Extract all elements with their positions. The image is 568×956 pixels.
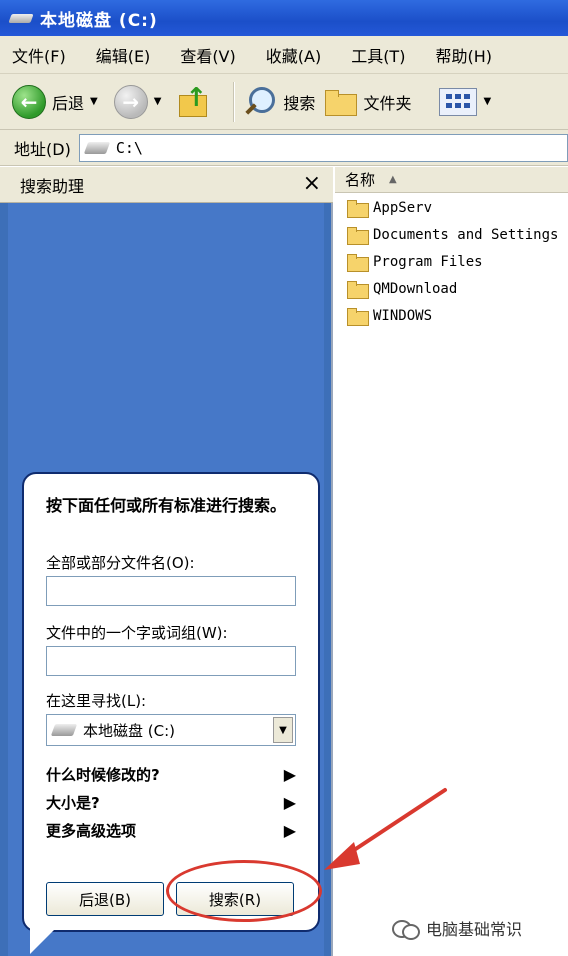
option-advanced[interactable]: 更多高级选项 ▶ xyxy=(46,820,296,841)
back-button[interactable]: ← 后退 ▼ xyxy=(12,84,104,119)
address-input[interactable]: C:\ xyxy=(78,133,568,162)
phrase-input[interactable] xyxy=(46,646,296,676)
up-folder-button[interactable] xyxy=(177,83,215,119)
search-instructions: 按下面任何或所有标准进行搜索。 xyxy=(46,496,287,515)
list-item[interactable]: WINDOWS xyxy=(347,303,432,329)
lookin-select[interactable]: 本地磁盘 (C:) ▼ xyxy=(46,714,296,746)
menu-bar: 文件(F) 编辑(E) 查看(V) 收藏(A) 工具(T) 帮助(H) xyxy=(0,36,568,74)
option-size[interactable]: 大小是? ▶ xyxy=(46,792,296,813)
chevron-down-icon[interactable]: ▼ xyxy=(154,96,162,107)
menu-file[interactable]: 文件(F) xyxy=(12,43,66,67)
filename-label: 全部或部分文件名(O): xyxy=(46,554,195,572)
up-folder-icon xyxy=(177,83,208,119)
search-button[interactable]: 搜索 xyxy=(243,85,315,119)
folders-label: 文件夹 xyxy=(363,93,412,113)
menu-edit[interactable]: 编辑(E) xyxy=(96,43,151,67)
back-arrow-icon: ← xyxy=(12,84,46,119)
toolbar: ← 后退 ▼ → ▼ 搜索 文件夹 ▼ xyxy=(0,74,568,130)
menu-view[interactable]: 查看(V) xyxy=(180,43,235,67)
list-item[interactable]: Documents and Settings xyxy=(347,222,558,248)
lookin-value: 本地磁盘 (C:) xyxy=(83,721,175,740)
chevron-down-icon[interactable]: ▼ xyxy=(90,96,98,107)
folder-icon xyxy=(325,88,358,116)
drive-icon xyxy=(8,10,34,26)
filename-input[interactable] xyxy=(46,576,296,606)
forward-arrow-icon: → xyxy=(113,84,148,119)
watermark-text: 电脑基础常识 xyxy=(426,920,523,939)
menu-help[interactable]: 帮助(H) xyxy=(435,43,492,67)
address-value: C:\ xyxy=(115,138,143,157)
file-name: Program Files xyxy=(373,254,483,270)
window-title: 本地磁盘 (C:) xyxy=(40,10,158,31)
drive-icon xyxy=(83,141,110,154)
back-label: 后退 xyxy=(52,93,85,113)
folder-icon xyxy=(347,227,369,245)
annotation-arrow xyxy=(324,788,447,870)
lookin-label: 在这里寻找(L): xyxy=(46,692,147,710)
back-search-button[interactable]: 后退(B) xyxy=(46,882,164,916)
chevron-right-icon: ▶ xyxy=(283,765,296,784)
file-name: QMDownload xyxy=(373,281,458,297)
wechat-icon xyxy=(392,918,420,940)
list-item[interactable]: QMDownload xyxy=(347,276,457,302)
close-icon[interactable]: × xyxy=(303,171,321,196)
search-label: 搜索 xyxy=(283,93,316,113)
menu-favorites[interactable]: 收藏(A) xyxy=(266,43,321,67)
folder-icon xyxy=(347,254,369,272)
column-header-name[interactable]: 名称 ▲ xyxy=(335,167,568,193)
file-name: Documents and Settings xyxy=(373,227,559,243)
option-label: 更多高级选项 xyxy=(46,822,137,840)
option-modified-date[interactable]: 什么时候修改的? ▶ xyxy=(46,764,296,785)
address-bar: 地址(D) C:\ xyxy=(0,130,568,166)
bubble-tail xyxy=(30,928,56,954)
chevron-right-icon: ▶ xyxy=(283,793,296,812)
toolbar-separator xyxy=(233,81,236,122)
file-name: AppServ xyxy=(373,200,433,216)
option-label: 大小是? xyxy=(46,794,100,812)
chevron-right-icon: ▶ xyxy=(283,821,296,840)
search-pane-title: 搜索助理 xyxy=(20,176,85,196)
folders-button[interactable]: 文件夹 xyxy=(325,88,411,116)
forward-button[interactable]: → ▼ xyxy=(113,84,168,119)
chevron-down-icon[interactable]: ▼ xyxy=(483,96,491,107)
list-item[interactable]: AppServ xyxy=(347,195,432,221)
search-pane-header: 搜索助理 × xyxy=(0,167,333,203)
folder-icon xyxy=(347,200,369,218)
option-label: 什么时候修改的? xyxy=(46,766,160,784)
list-item[interactable]: Program Files xyxy=(347,249,483,275)
menu-tools[interactable]: 工具(T) xyxy=(351,43,405,67)
title-bar: 本地磁盘 (C:) xyxy=(0,0,568,36)
folder-icon xyxy=(347,308,369,326)
search-icon xyxy=(243,85,277,119)
highlight-ring xyxy=(166,860,322,922)
drive-icon xyxy=(50,724,78,736)
watermark: 电脑基础常识 xyxy=(392,916,522,940)
file-name: WINDOWS xyxy=(373,308,433,324)
address-label: 地址(D) xyxy=(14,139,71,159)
folder-icon xyxy=(347,281,369,299)
phrase-label: 文件中的一个字或词组(W): xyxy=(46,624,228,642)
views-icon[interactable] xyxy=(439,87,478,116)
column-name-label: 名称 xyxy=(345,171,376,189)
chevron-down-icon[interactable]: ▼ xyxy=(273,717,293,743)
sort-up-icon: ▲ xyxy=(389,174,397,185)
